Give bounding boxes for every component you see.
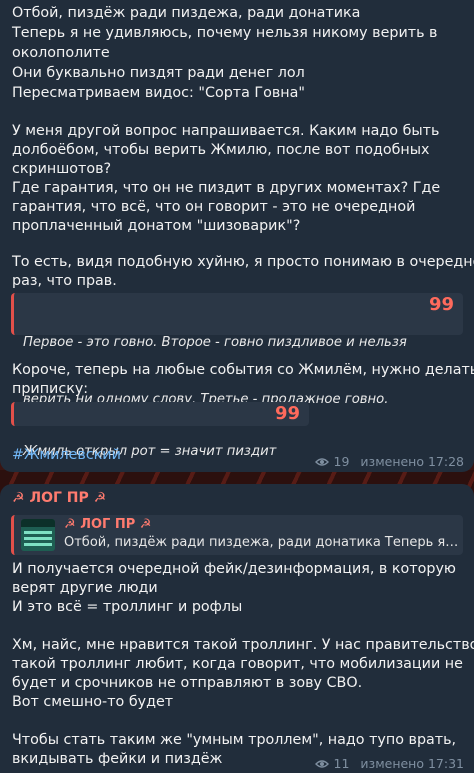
reply-thumbnail	[21, 519, 55, 551]
quote-line: Первое - это говно. Второе - говно пиздл…	[23, 335, 407, 350]
message-bubble-1[interactable]: Отбой, пиздёж ради пиздежа, ради донатик…	[0, 0, 474, 472]
thumbnail-row	[24, 537, 52, 540]
text-line: гарантия, что всё, что он говорит - это …	[12, 199, 416, 215]
hashtag-link[interactable]: #Жмилевский	[12, 447, 121, 463]
text-line: Хм, найс, мне нравится такой троллинг. У…	[12, 637, 474, 653]
text-line: будет и срочников не отправляют в зову С…	[12, 675, 363, 691]
text-line: Короче, теперь на любые события со Жмилё…	[12, 362, 474, 378]
text-line: вкидывать фейки и пиздёж	[12, 751, 223, 767]
blockquote: Жмиль открыл рот = значит пиздит 99	[11, 402, 309, 459]
text-line: раз, что прав.	[12, 273, 117, 289]
hammer-sickle-icon: ☭	[64, 517, 76, 532]
eye-icon	[314, 457, 329, 466]
text-line: проплаченный донатом "шизоварик"?	[12, 218, 301, 234]
edited-time: изменено 17:31	[360, 756, 464, 771]
reply-sender: ☭ ЛОГ ПР ☭	[64, 517, 151, 532]
text-line: околополите	[12, 45, 110, 61]
text-line: Они буквально пиздят ради денег лол	[12, 65, 305, 81]
sender-label: ЛОГ ПР	[29, 490, 89, 506]
hammer-sickle-icon: ☭	[139, 517, 152, 532]
text-line: У меня другой вопрос напрашивается. Каки…	[12, 123, 440, 139]
views-count: 19	[333, 454, 350, 469]
message-meta: 19 изменено 17:28	[314, 454, 464, 469]
text-line: скриншотов?	[12, 161, 112, 177]
reply-preview[interactable]: ☭ ЛОГ ПР ☭ Отбой, пиздёж ради пиздежа, р…	[11, 515, 463, 555]
quote-icon: 99	[274, 403, 300, 424]
eye-icon	[314, 759, 329, 768]
text-line: долбоёбом, чтобы верить Жмилю, после вот…	[12, 142, 430, 158]
sender-name[interactable]: ☭ ЛОГ ПР ☭	[12, 490, 106, 506]
text-line: верят другие люди	[12, 580, 158, 596]
thumbnail-row	[24, 543, 52, 546]
reply-sender-label: ЛОГ ПР	[80, 517, 136, 532]
blockquote: Первое - это говно. Второе - говно пиздл…	[11, 293, 463, 407]
edited-time: изменено 17:28	[360, 454, 464, 469]
text-line: То есть, видя подобную хуйню, я просто п…	[12, 254, 474, 270]
message-meta: 11 изменено 17:31	[314, 756, 464, 771]
views-count: 11	[333, 756, 350, 771]
text-line: такой троллинг любит, когда говорит, что…	[12, 656, 463, 672]
quote-icon: 99	[428, 294, 454, 315]
reply-text: Отбой, пиздёж ради пиздежа, ради донатик…	[64, 535, 459, 550]
hammer-sickle-icon: ☭	[12, 490, 25, 506]
hammer-sickle-icon: ☭	[93, 490, 107, 506]
text-line: Чтобы стать таким же "умным троллем", на…	[12, 732, 457, 748]
text-line: приписку:	[12, 381, 89, 397]
text-line: Отбой, пиздёж ради пиздежа, ради донатик…	[12, 5, 361, 21]
text-line: Где гарантия, что он не пиздит в других …	[12, 180, 441, 196]
text-line: Вот смешно-то будет	[12, 694, 174, 710]
text-line: И это всё = троллинг и рофлы	[12, 599, 243, 615]
text-line: Пересматриваем видос: "Сорта Говна"	[12, 85, 305, 101]
thumbnail-header	[21, 519, 55, 527]
thumbnail-row	[24, 531, 52, 534]
text-line: И получается очередной фейк/дезинформаци…	[12, 561, 456, 577]
text-line: Теперь я не удивляюсь, почему нельзя ник…	[12, 25, 438, 41]
